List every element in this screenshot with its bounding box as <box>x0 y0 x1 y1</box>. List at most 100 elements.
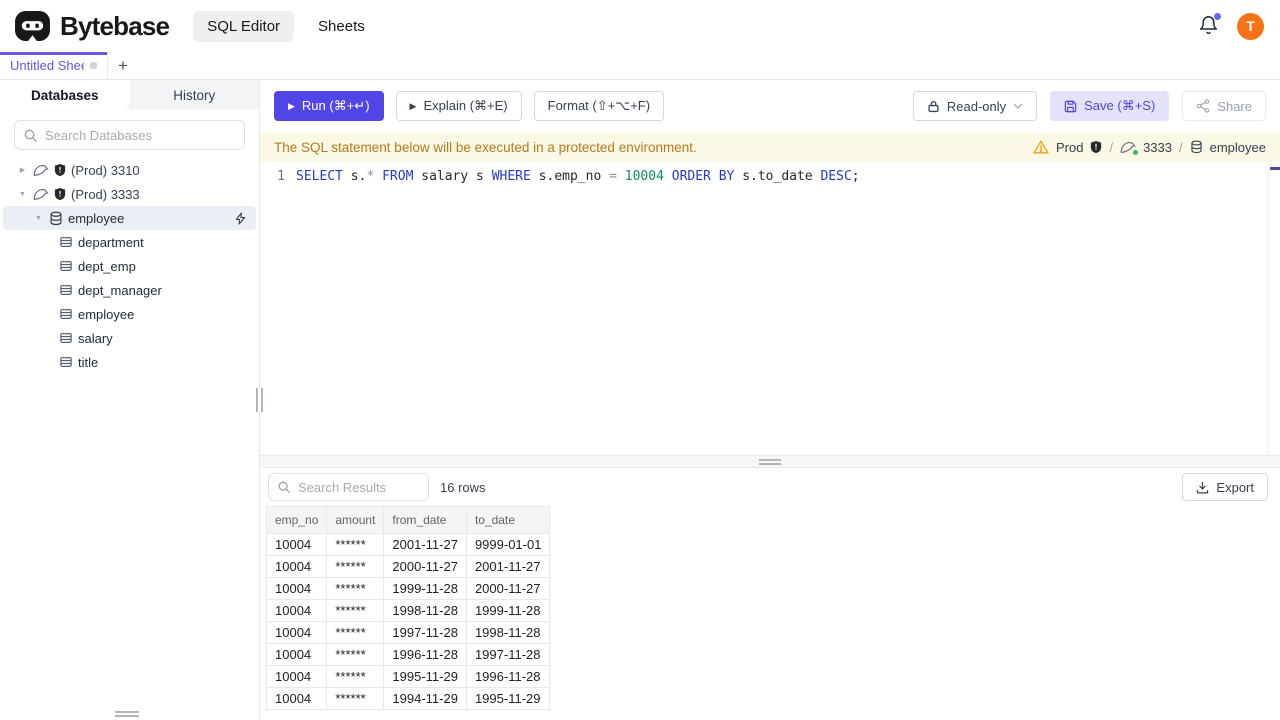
tab-untitled-sheet[interactable]: Untitled Sheet <box>0 52 108 79</box>
format-button[interactable]: Format (⇧+⌥+F) <box>533 91 665 121</box>
new-sheet-button[interactable]: + <box>108 52 138 79</box>
sql-token-plain: ; <box>851 169 860 184</box>
results-toolbar: 16 rows Export <box>260 468 1280 506</box>
table-cell[interactable]: 1999-11-28 <box>383 577 467 600</box>
table-cell[interactable]: ****** <box>326 533 385 556</box>
table-cell[interactable]: ****** <box>326 687 385 710</box>
tree-table-title[interactable]: title <box>3 350 256 374</box>
sql-editor[interactable]: 1 SELECT s.* FROM salary s WHERE s.emp_n… <box>260 162 1280 455</box>
sql-token-plain: s. <box>342 169 367 184</box>
export-button[interactable]: Export <box>1182 473 1268 501</box>
quick-action-button[interactable] <box>235 211 246 225</box>
table-cell[interactable]: 10004 <box>265 599 328 622</box>
tree-instance-prod-3333[interactable]: ▼ (Prod) 3333 <box>3 182 256 206</box>
table-cell[interactable]: ****** <box>326 621 385 644</box>
code-line-1[interactable]: 1 SELECT s.* FROM salary s WHERE s.emp_n… <box>260 167 1280 186</box>
table-cell[interactable]: 10004 <box>265 555 328 578</box>
table-cell[interactable]: 2001-11-27 <box>465 555 551 578</box>
tab-history[interactable]: History <box>130 80 260 110</box>
app-header: Bytebase SQL Editor Sheets T <box>0 0 1280 52</box>
workspace-body: Databases History ▶ (Prod) 3310 ▼ ( <box>0 80 1280 720</box>
tree-table-employee[interactable]: employee <box>3 302 256 326</box>
table-cell[interactable]: 10004 <box>265 687 328 710</box>
results-panel: 16 rows Export emp_noamountfrom_dateto_d… <box>260 468 1280 720</box>
table-cell[interactable]: ****** <box>326 555 385 578</box>
tree-table-dept-manager[interactable]: dept_manager <box>3 278 256 302</box>
table-row[interactable]: 10004 ****** 2001-11-27 9999-01-01 <box>265 533 551 556</box>
table-row[interactable]: 10004 ****** 1995-11-29 1996-11-28 <box>265 665 551 688</box>
banner-message: The SQL statement below will be executed… <box>274 139 697 155</box>
search-databases-input[interactable] <box>14 120 245 150</box>
table-cell[interactable]: 2001-11-27 <box>383 533 467 556</box>
column-header-from_date[interactable]: from_date <box>383 506 467 534</box>
table-cell[interactable]: 1995-11-29 <box>383 665 467 688</box>
table-cell[interactable]: 10004 <box>265 643 328 666</box>
table-cell[interactable]: ****** <box>326 643 385 666</box>
caret-down-icon[interactable]: ▼ <box>33 215 44 222</box>
tree-database-employee[interactable]: ▼ employee <box>3 206 256 230</box>
table-cell[interactable]: 1996-11-28 <box>465 665 551 688</box>
sidebar-bottom-resize-handle[interactable] <box>115 711 139 717</box>
table-cell[interactable]: 10004 <box>265 533 328 556</box>
tab-databases[interactable]: Databases <box>0 80 130 110</box>
table-cell[interactable]: 1995-11-29 <box>465 687 551 710</box>
notifications-button[interactable] <box>1198 13 1221 37</box>
brand-home-link[interactable]: Bytebase <box>14 10 170 43</box>
run-button[interactable]: ▶ Run (⌘+↵) <box>274 91 384 121</box>
tree-table-dept-emp[interactable]: dept_emp <box>3 254 256 278</box>
table-cell[interactable]: 1999-11-28 <box>465 599 551 622</box>
editor-overview-ruler[interactable] <box>1268 162 1280 455</box>
sql-token-plain: salary s <box>413 169 492 184</box>
avatar[interactable]: T <box>1237 12 1264 40</box>
table-cell[interactable]: 2000-11-27 <box>383 555 467 578</box>
table-row[interactable]: 10004 ****** 1996-11-28 1997-11-28 <box>265 643 551 666</box>
column-header-to_date[interactable]: to_date <box>465 506 551 534</box>
column-header-emp_no[interactable]: emp_no <box>265 506 328 534</box>
database-label: employee <box>68 210 125 226</box>
table-cell[interactable]: 2000-11-27 <box>465 577 551 600</box>
column-header-amount[interactable]: amount <box>326 506 385 534</box>
table-cell[interactable]: 1998-11-28 <box>465 621 551 644</box>
sidebar: Databases History ▶ (Prod) 3310 ▼ ( <box>0 80 263 720</box>
table-cell[interactable]: ****** <box>326 599 385 622</box>
tree-instance-prod-3310[interactable]: ▶ (Prod) 3310 <box>3 158 256 182</box>
panel-resize-handle[interactable] <box>260 455 1280 468</box>
chevron-down-icon <box>1013 103 1023 109</box>
caret-down-icon[interactable]: ▼ <box>17 191 28 198</box>
search-results-input[interactable] <box>268 473 429 501</box>
table-row[interactable]: 10004 ****** 1997-11-28 1998-11-28 <box>265 621 551 644</box>
explain-button[interactable]: ▶ Explain (⌘+E) <box>395 91 522 121</box>
tree-table-department[interactable]: department <box>3 230 256 254</box>
table-cell[interactable]: 9999-01-01 <box>465 533 551 556</box>
nav-sql-editor[interactable]: SQL Editor <box>193 10 295 42</box>
table-row[interactable]: 10004 ****** 1998-11-28 1999-11-28 <box>265 599 551 622</box>
sidebar-resize-handle[interactable] <box>256 388 263 412</box>
nav-sheets[interactable]: Sheets <box>304 11 379 42</box>
table-cell[interactable]: ****** <box>326 665 385 688</box>
sql-token-number: 10004 <box>624 169 664 184</box>
readonly-mode-dropdown[interactable]: Read-only <box>912 91 1038 121</box>
tree-table-salary[interactable]: salary <box>3 326 256 350</box>
table-row[interactable]: 10004 ****** 2000-11-27 2001-11-27 <box>265 555 551 578</box>
save-button[interactable]: Save (⌘+S) <box>1050 91 1170 121</box>
table-cell[interactable]: 10004 <box>265 621 328 644</box>
save-icon <box>1064 100 1077 112</box>
environment-shield-icon <box>54 188 66 200</box>
table-cell[interactable]: 10004 <box>265 577 328 600</box>
breadcrumb-separator: / <box>1179 139 1183 155</box>
table-cell[interactable]: 10004 <box>265 665 328 688</box>
table-cell[interactable]: 1998-11-28 <box>383 599 467 622</box>
line-number: 1 <box>277 169 285 184</box>
connection-status-dot <box>1133 149 1139 155</box>
share-button[interactable]: Share <box>1182 91 1266 121</box>
table-cell[interactable]: 1996-11-28 <box>383 643 467 666</box>
table-row[interactable]: 10004 ****** 1999-11-28 2000-11-27 <box>265 577 551 600</box>
table-cell[interactable]: 1994-11-29 <box>383 687 467 710</box>
table-cell[interactable]: 1997-11-28 <box>383 621 467 644</box>
table-cell[interactable]: ****** <box>326 577 385 600</box>
sql-token-operator: = <box>609 169 617 184</box>
table-row[interactable]: 10004 ****** 1994-11-29 1995-11-29 <box>265 687 551 710</box>
table-cell[interactable]: 1997-11-28 <box>465 643 551 666</box>
sql-token-plain: s.to_date <box>734 169 821 184</box>
caret-right-icon[interactable]: ▶ <box>17 166 28 174</box>
